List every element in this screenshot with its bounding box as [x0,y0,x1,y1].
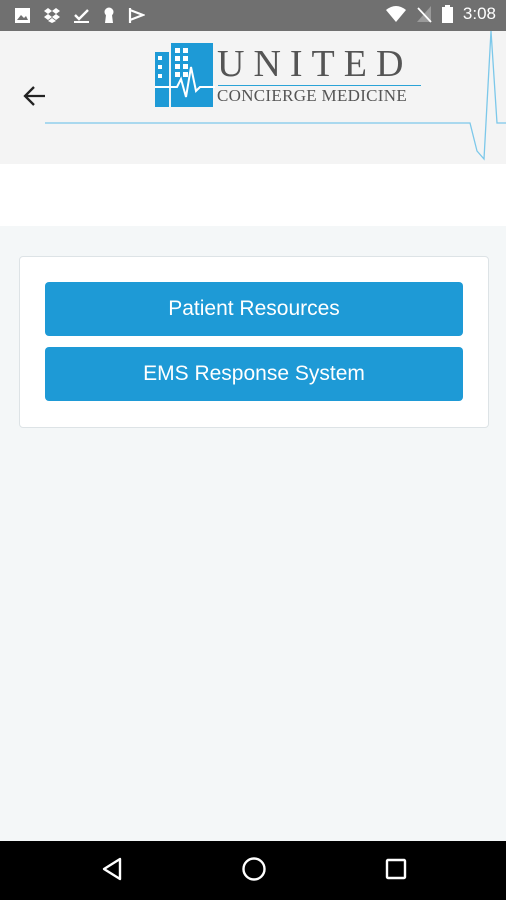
navigation-bar [0,841,506,900]
dropbox-icon [43,7,61,24]
system-icons: 3:08 [385,4,496,24]
united-concierge-medicine-logo: UNITED CONCIERGE MEDICINE [155,43,425,109]
logo-building-icon [155,43,215,107]
flag-icon [128,7,145,24]
back-button[interactable] [18,81,52,115]
logo-wordmark: UNITED [217,43,413,85]
patient-resources-button[interactable]: Patient Resources [45,282,463,336]
logo-subtitle: CONCIERGE MEDICINE [217,86,408,105]
keyhole-icon [102,7,116,24]
battery-icon [441,5,453,23]
ems-response-system-button[interactable]: EMS Response System [45,347,463,401]
wifi-icon [385,6,406,22]
app-header: UNITED CONCIERGE MEDICINE [0,31,506,164]
notification-icons [14,7,145,24]
recents-square-icon [385,858,407,885]
menu-card: Patient Resources EMS Response System [19,256,489,428]
image-icon [14,7,31,24]
no-signal-icon [416,5,432,23]
nav-home-button[interactable] [239,856,269,886]
status-bar: 3:08 [0,0,506,31]
back-triangle-icon [101,857,123,886]
home-circle-icon [241,856,267,887]
check-icon [73,7,90,24]
header-spacer [0,164,506,226]
nav-back-button[interactable] [97,856,127,886]
status-time: 3:08 [462,4,496,23]
nav-recents-button[interactable] [381,856,411,886]
arrow-left-icon [23,85,47,112]
